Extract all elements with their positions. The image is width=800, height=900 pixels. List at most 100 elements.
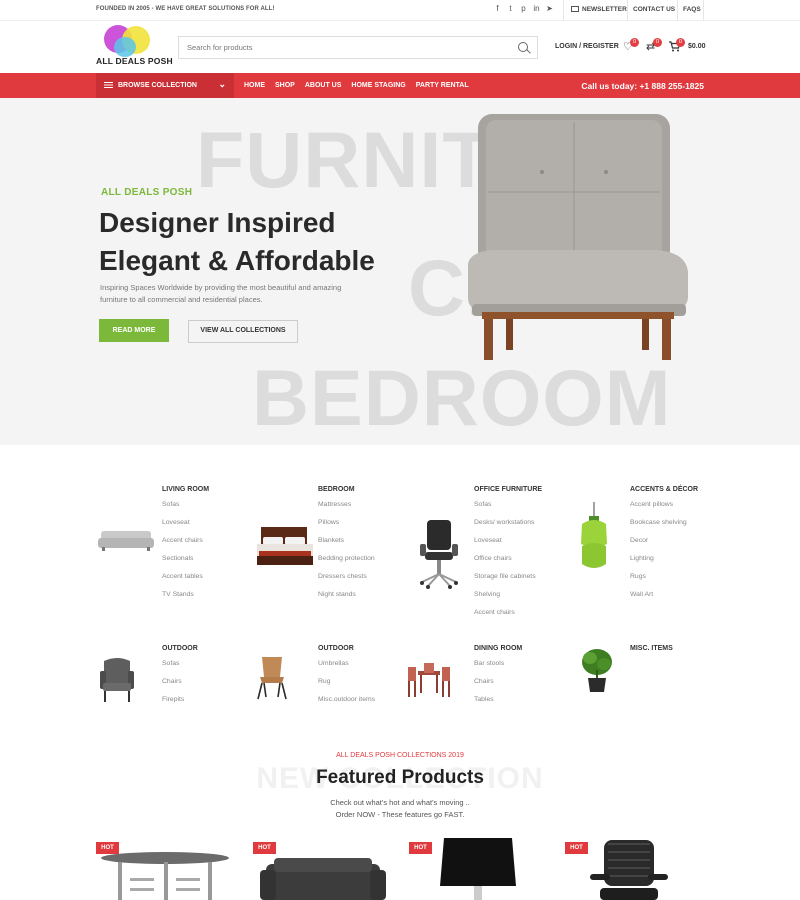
site-header: ALL DEALS POSH LOGIN / REGISTER ♡ 0 ⇄ 0 … [0, 21, 800, 73]
category-link[interactable]: Accent pillows [630, 501, 698, 519]
contact-us-link[interactable]: CONTACT US [633, 6, 675, 13]
search-icon[interactable] [518, 42, 528, 52]
category-link[interactable]: Bar stools [474, 660, 522, 678]
category-link[interactable]: Chairs [162, 678, 198, 696]
facebook-icon[interactable]: f [494, 4, 501, 13]
linkedin-icon[interactable]: in [533, 4, 540, 13]
category-title[interactable]: ACCENTS & DÉCOR [630, 486, 698, 493]
category-link[interactable]: Sectionals [162, 555, 209, 573]
category-link[interactable]: Storage file cabinets [474, 573, 542, 591]
twitter-icon[interactable]: t [507, 4, 514, 13]
hero-chair-image [468, 114, 688, 360]
category-link[interactable]: Loveseat [474, 537, 542, 555]
cart-total[interactable]: $0.00 [688, 43, 706, 50]
category-link[interactable]: Misc.outdoor items [318, 696, 375, 714]
founded-text: FOUNDED IN 2005 - WE HAVE GREAT SOLUTION… [96, 6, 275, 12]
cart-count-badge: 0 [676, 38, 685, 47]
category-title[interactable]: DINING ROOM [474, 645, 522, 652]
category-link[interactable]: Umbrellas [318, 660, 375, 678]
nav-item-home-staging[interactable]: HOME STAGING [351, 82, 405, 89]
office-chair-image[interactable] [418, 518, 460, 590]
category-link[interactable]: Accent chairs [474, 609, 542, 627]
outdoor-patio-chair-image[interactable] [254, 655, 290, 701]
outdoor-wingback-chair-image[interactable] [100, 657, 134, 703]
hero-subtext: Inspiring Spaces Worldwide by providing … [100, 283, 342, 304]
category-title[interactable]: OUTDOOR [162, 645, 198, 652]
product-armchair-image[interactable] [258, 836, 388, 900]
living-room-sofa-image[interactable] [98, 528, 154, 552]
newsletter-link[interactable]: NEWSLETTER [582, 6, 627, 13]
nav-item-home[interactable]: HOME [244, 82, 265, 89]
category-link[interactable]: Desks/ workstations [474, 519, 542, 537]
category-link[interactable]: Night stands [318, 591, 375, 609]
category-link[interactable]: Sofas [162, 660, 198, 678]
category-link[interactable]: Bookcase shelving [630, 519, 698, 537]
browse-collection-dropdown[interactable]: BROWSE COLLECTION ⌄ [96, 73, 234, 98]
category-outdoor-2: OUTDOOR Umbrellas Rug Misc.outdoor items [318, 645, 375, 714]
call-us-text: Call us today: +1 888 255-1825 [581, 81, 704, 91]
nav-item-party-rental[interactable]: PARTY RENTAL [416, 82, 469, 89]
category-link[interactable]: Decor [630, 537, 698, 555]
hot-badge: HOT [565, 842, 588, 854]
top-bar: FOUNDED IN 2005 - WE HAVE GREAT SOLUTION… [0, 0, 800, 21]
category-link[interactable]: Pillows [318, 519, 375, 537]
hero-bg-word: BEDROOM [252, 353, 672, 442]
hero-slider: FURNITURE CHAIR BEDROOM ALL DEALS POSH D… [0, 98, 800, 445]
product-bar-table-image[interactable] [100, 836, 230, 900]
category-link[interactable]: Accent chairs [162, 537, 209, 555]
hot-badge: HOT [96, 842, 119, 854]
read-more-button[interactable]: READ MORE [99, 319, 169, 342]
hot-badge: HOT [253, 842, 276, 854]
category-office-furniture: OFFICE FURNITURE Sofas Desks/ workstatio… [474, 486, 542, 627]
compare-count-badge: 0 [653, 38, 662, 47]
category-bedroom: BEDROOM Mattresses Pillows Blankets Bedd… [318, 486, 375, 609]
category-link[interactable]: Lighting [630, 555, 698, 573]
featured-subtitle-line-2: Order NOW - These features go FAST. [335, 810, 465, 819]
category-link[interactable]: Dressers chests [318, 573, 375, 591]
category-link[interactable]: Firepits [162, 696, 198, 714]
product-office-chair-image[interactable] [590, 836, 670, 900]
search-input[interactable] [179, 37, 499, 58]
category-link[interactable]: TV Stands [162, 591, 209, 609]
category-link[interactable]: Loveseat [162, 519, 209, 537]
nav-item-shop[interactable]: SHOP [275, 82, 295, 89]
wishlist-count-badge: 0 [630, 38, 639, 47]
category-misc-items: MISC. ITEMS [630, 645, 673, 660]
potted-plant-image[interactable] [580, 648, 614, 694]
category-link[interactable]: Accent tables [162, 573, 209, 591]
category-link[interactable]: Rugs [630, 573, 698, 591]
category-accents-decor: ACCENTS & DÉCOR Accent pillows Bookcase … [630, 486, 698, 609]
category-link[interactable]: Tables [474, 696, 522, 714]
category-link[interactable]: Office chairs [474, 555, 542, 573]
view-all-collections-button[interactable]: VIEW ALL COLLECTIONS [188, 320, 298, 343]
bedroom-bed-image[interactable] [257, 525, 313, 569]
category-link[interactable]: Bedding protection [318, 555, 375, 573]
pinterest-icon[interactable]: p [520, 4, 527, 13]
dining-set-image[interactable] [406, 661, 452, 699]
login-register-link[interactable]: LOGIN / REGISTER [555, 43, 619, 50]
category-link[interactable]: Chairs [474, 678, 522, 696]
category-title[interactable]: MISC. ITEMS [630, 645, 673, 652]
category-link[interactable]: Wall Art [630, 591, 698, 609]
category-title[interactable]: OUTDOOR [318, 645, 375, 652]
product-lamp-image[interactable] [438, 836, 518, 900]
category-title[interactable]: OFFICE FURNITURE [474, 486, 542, 493]
hero-headline: Designer Inspired Elegant & Affordable [99, 204, 419, 280]
nav-item-about-us[interactable]: ABOUT US [305, 82, 342, 89]
category-link[interactable]: Mattresses [318, 501, 375, 519]
category-title[interactable]: BEDROOM [318, 486, 375, 493]
mail-icon [571, 6, 579, 12]
category-link[interactable]: Rug [318, 678, 375, 696]
site-logo[interactable]: ALL DEALS POSH [96, 25, 173, 71]
faqs-link[interactable]: FAQS [683, 6, 701, 13]
hero-eyebrow: ALL DEALS POSH [101, 187, 193, 198]
pendant-lamp-image[interactable] [577, 502, 611, 572]
category-link[interactable]: Sofas [162, 501, 209, 519]
category-link[interactable]: Shelving [474, 591, 542, 609]
social-links: f t p in ➤ [494, 4, 553, 13]
category-link[interactable]: Sofas [474, 501, 542, 519]
category-title[interactable]: LIVING ROOM [162, 486, 209, 493]
telegram-icon[interactable]: ➤ [546, 4, 553, 13]
category-link[interactable]: Blankets [318, 537, 375, 555]
divider [563, 0, 564, 21]
